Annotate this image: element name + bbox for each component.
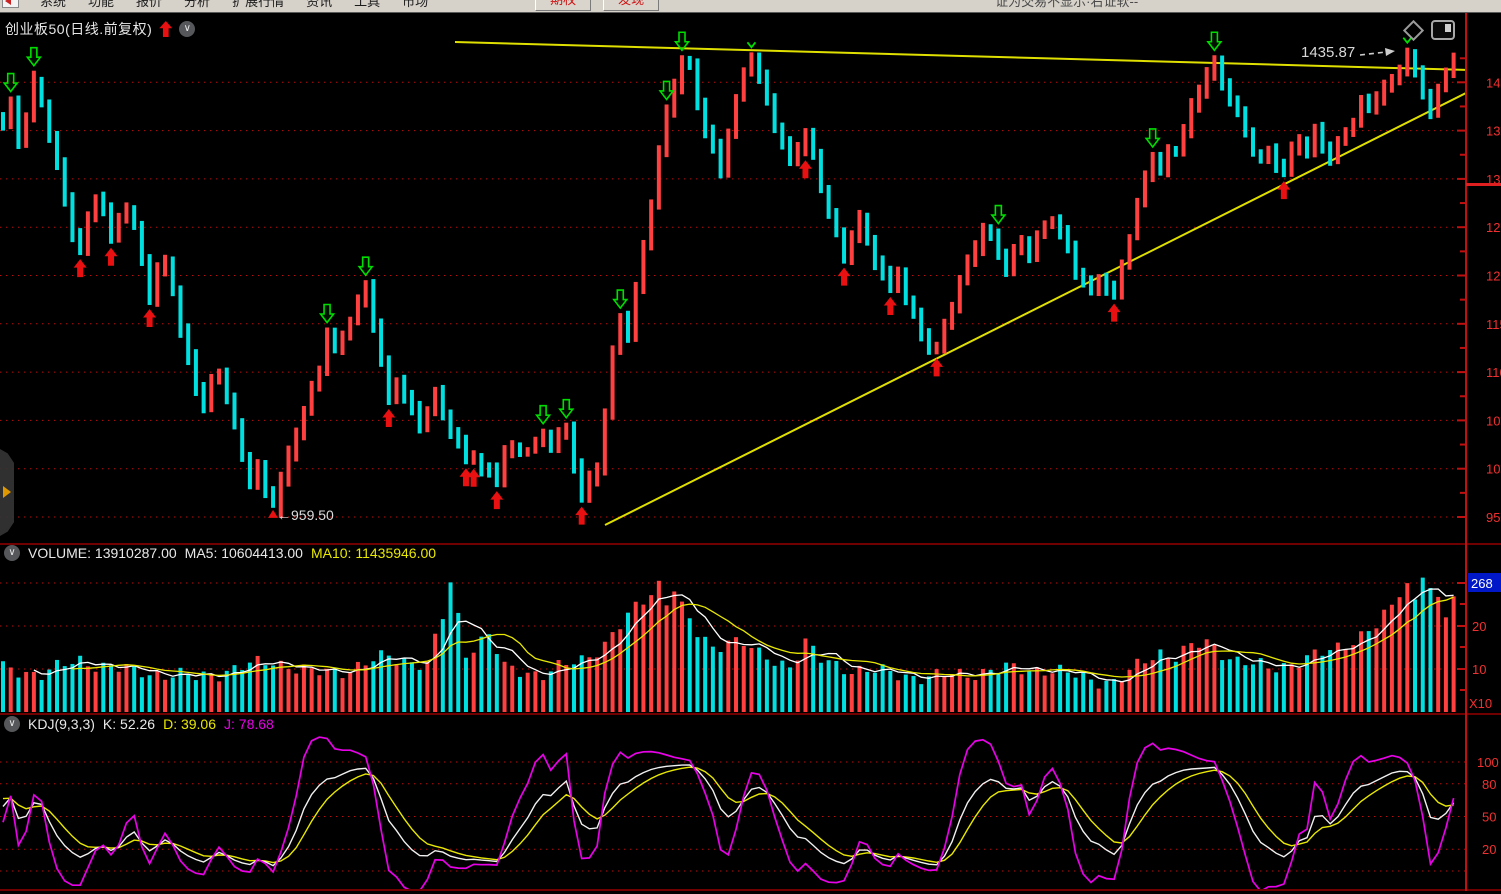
buy-signal-arrow — [1277, 181, 1290, 199]
kdj-layer — [3, 737, 1454, 891]
svg-text:10: 10 — [1472, 662, 1486, 677]
kdj-d-value: D: 39.06 — [163, 716, 216, 732]
gridlines — [0, 82, 1465, 871]
app-icon[interactable] — [2, 0, 19, 8]
chart-title: 创业板50(日线.前复权) — [5, 19, 152, 39]
buy-signal-arrow — [838, 268, 851, 286]
corner-icons — [1406, 20, 1455, 40]
buy-signal-arrow — [884, 297, 897, 315]
buy-signal-arrow — [467, 469, 480, 487]
menu-bar: 系统 功能 报价 分析 扩展行情 资讯 工具 市场 期权 发现 证为交易不显示·右证软-- — [0, 0, 1501, 13]
window-split-icon[interactable] — [1431, 20, 1455, 40]
menu-hot-items: 期权 发现 — [529, 0, 665, 11]
diamond-icon[interactable] — [1403, 19, 1424, 40]
volume-value: VOLUME: 13910287.00 — [28, 545, 177, 561]
volume-layer — [1, 578, 1456, 712]
sell-signal-arrow — [537, 406, 550, 424]
svg-text:1400: 1400 — [1486, 75, 1501, 90]
menu-item-4[interactable]: 扩展行情 — [232, 0, 284, 10]
sell-signal-arrow — [614, 290, 627, 308]
svg-text:1000: 1000 — [1486, 462, 1501, 477]
dashed-arrow-icon — [1358, 46, 1396, 60]
buy-signal-arrow — [575, 507, 588, 525]
sell-signal-arrow — [1208, 32, 1221, 50]
app-window: { "menubar": { "items": ["系统","功能","报价",… — [0, 0, 1501, 894]
kdj-k-value: K: 52.26 — [103, 716, 155, 732]
menu-hot-item-0[interactable]: 期权 — [535, 0, 591, 11]
menu-item-2[interactable]: 报价 — [136, 0, 162, 10]
menu-item-3[interactable]: 分析 — [184, 0, 210, 10]
svg-text:20: 20 — [1472, 619, 1486, 634]
sell-signal-arrow — [660, 81, 673, 99]
menu-right-note: 证为交易不显示·右证软-- — [995, 0, 1138, 10]
low-price-annotation: ←959.50 — [277, 507, 334, 523]
menu-item-5[interactable]: 资讯 — [306, 0, 332, 10]
svg-text:1150: 1150 — [1486, 317, 1501, 332]
menu-items: 系统 功能 报价 分析 扩展行情 资讯 工具 市场 — [29, 0, 439, 10]
high-price-annotation: 1435.87 — [1301, 44, 1396, 61]
buy-signal-arrow — [1108, 304, 1121, 322]
buy-signal-arrow — [490, 491, 503, 509]
chart-title-bar: 创业板50(日线.前复权) ∨ — [5, 19, 195, 39]
svg-text:20: 20 — [1482, 842, 1496, 857]
buy-signal-arrow — [74, 259, 87, 277]
volume-header: ∨ VOLUME: 13910287.00 MA5: 10604413.00 M… — [4, 545, 436, 561]
check-mark-icon — [747, 42, 755, 47]
axis-price-tick — [1466, 183, 1501, 186]
svg-text:950: 950 — [1486, 510, 1501, 525]
chart-canvas[interactable]: 1400135013001250120011501100105010009502… — [0, 0, 1501, 894]
svg-text:268: 268 — [1471, 576, 1493, 591]
svg-text:1250: 1250 — [1486, 220, 1501, 235]
up-arrow-icon — [159, 21, 172, 37]
expand-arrow-icon — [3, 486, 11, 498]
menu-item-0[interactable]: 系统 — [40, 0, 66, 10]
menu-item-1[interactable]: 功能 — [88, 0, 114, 10]
buy-signal-arrow — [105, 248, 118, 266]
volume-collapse-chevron-button[interactable]: ∨ — [4, 545, 20, 561]
candles-layer — [1, 48, 1456, 518]
volume-ma10-value: MA10: 11435946.00 — [311, 545, 436, 561]
sell-signal-arrow — [992, 206, 1005, 224]
buy-signal-arrow — [382, 409, 395, 427]
buy-signal-arrow — [799, 160, 812, 178]
sell-signal-arrow — [321, 305, 334, 323]
sidebar-expand-handle[interactable] — [0, 449, 14, 536]
buy-signal-arrow — [459, 468, 472, 486]
kdj-header: ∨ KDJ(9,3,3) K: 52.26 D: 39.06 J: 78.68 — [4, 716, 274, 732]
volume-ma5-value: MA5: 10604413.00 — [185, 545, 303, 561]
sell-signal-arrow — [4, 74, 17, 92]
menu-hot-item-1[interactable]: 发现 — [603, 0, 659, 11]
svg-text:X10: X10 — [1469, 696, 1492, 711]
menu-item-6[interactable]: 工具 — [354, 0, 380, 10]
high-price-value: 1435.87 — [1301, 44, 1355, 61]
svg-text:80: 80 — [1482, 777, 1496, 792]
kdj-collapse-chevron-button[interactable]: ∨ — [4, 716, 20, 732]
sell-signal-arrow — [560, 400, 573, 418]
svg-text:50: 50 — [1482, 810, 1496, 825]
svg-text:1050: 1050 — [1486, 413, 1501, 428]
svg-text:1350: 1350 — [1486, 124, 1501, 139]
svg-text:100: 100 — [1477, 755, 1499, 770]
sell-signal-arrow — [1146, 129, 1159, 147]
svg-text:1100: 1100 — [1486, 365, 1501, 380]
kdj-j-value: J: 78.68 — [224, 716, 274, 732]
sell-signal-arrow — [27, 48, 40, 66]
main-collapse-chevron-button[interactable]: ∨ — [179, 21, 195, 37]
sell-signal-arrow — [359, 257, 372, 275]
kdj-name: KDJ(9,3,3) — [28, 716, 95, 732]
svg-text:1200: 1200 — [1486, 269, 1501, 284]
menu-item-7[interactable]: 市场 — [402, 0, 428, 10]
